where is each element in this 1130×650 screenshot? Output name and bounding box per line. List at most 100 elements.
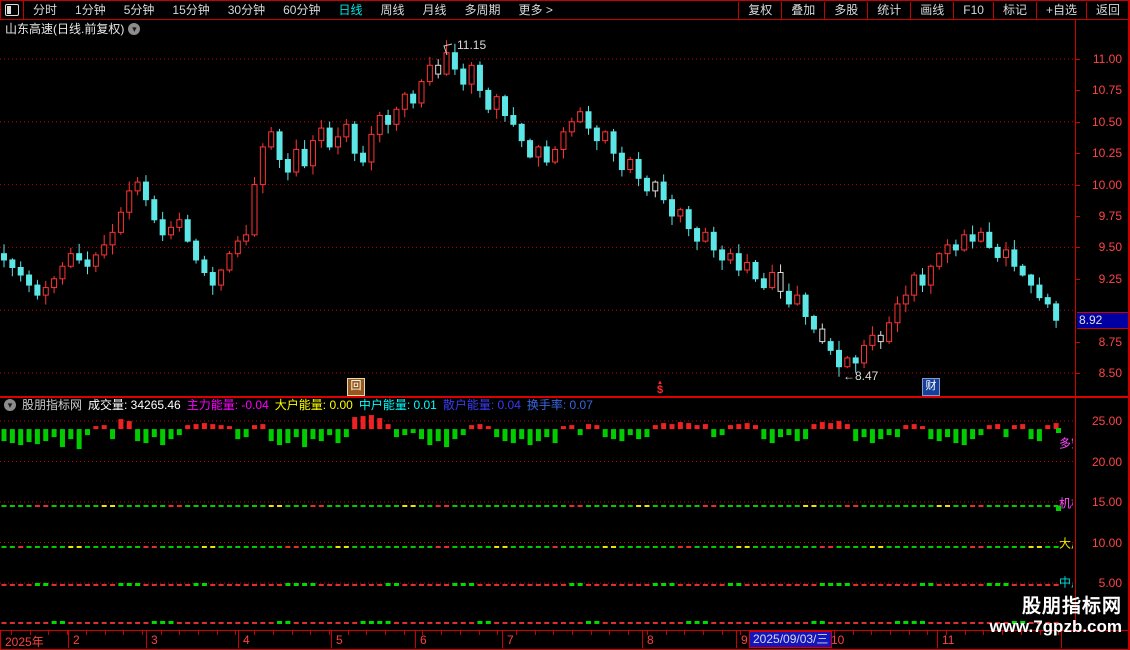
week-tick	[422, 631, 424, 635]
menu-item-period-6[interactable]: 日线	[329, 2, 371, 19]
candle-body	[618, 152, 625, 171]
fund-line-dash	[594, 545, 600, 548]
fund-line-dash	[34, 545, 40, 548]
info-marker-dollar[interactable]: ▲ $	[652, 379, 668, 396]
menu-item-period-10[interactable]: 更多 >	[510, 2, 562, 19]
fund-line-dash	[594, 504, 600, 507]
fund-line-dash	[552, 621, 558, 624]
energy-bar	[218, 425, 224, 430]
chevron-down-icon[interactable]: ▾	[4, 398, 16, 411]
fund-line-dash	[577, 504, 583, 507]
menu-item-period-0[interactable]: 分时	[24, 2, 66, 19]
energy-bar	[427, 429, 433, 446]
fund-line-dash	[611, 504, 617, 507]
fund-line-dash	[452, 582, 458, 586]
info-marker-hui[interactable]: 回	[347, 378, 365, 396]
candle-body	[226, 253, 233, 271]
fund-line-dash	[928, 582, 934, 586]
fund-line-dash	[268, 545, 274, 548]
fund-line-dash	[652, 582, 658, 586]
fund-line-dash	[126, 621, 132, 624]
menu-item-period-8[interactable]: 月线	[414, 2, 456, 19]
candle-body	[819, 328, 826, 343]
menu-item-period-5[interactable]: 60分钟	[274, 2, 329, 19]
menu-item-tool-8[interactable]: 返回	[1085, 1, 1129, 19]
menu-item-tool-7[interactable]: +自选	[1035, 1, 1086, 19]
fund-line-dash	[226, 583, 232, 586]
menu-item-period-7[interactable]: 周线	[371, 2, 413, 19]
fund-line-dash	[577, 621, 583, 624]
menu-item-period-3[interactable]: 15分钟	[163, 2, 218, 19]
fund-line-dash	[126, 582, 132, 586]
indicator-chart[interactable]	[0, 413, 1075, 630]
fund-line-dash	[711, 621, 717, 624]
energy-bar	[677, 422, 683, 430]
menu-item-tool-1[interactable]: 叠加	[781, 1, 824, 19]
energy-bar	[494, 429, 500, 438]
energy-bar	[594, 425, 600, 430]
fund-line-dash	[235, 545, 241, 548]
candle-body	[1036, 284, 1043, 299]
energy-bar	[502, 429, 508, 442]
series-endpoint	[1056, 506, 1061, 511]
menu-item-period-2[interactable]: 5分钟	[115, 2, 164, 19]
fund-line-dash	[836, 582, 842, 586]
menu-item-period-1[interactable]: 1分钟	[66, 2, 115, 19]
menu-item-tool-3[interactable]: 统计	[867, 1, 910, 19]
menu-item-tool-6[interactable]: 标记	[992, 1, 1036, 19]
fund-line-dash	[252, 621, 257, 624]
week-tick	[553, 631, 555, 635]
fund-line-dash	[502, 621, 508, 624]
energy-bar	[410, 429, 416, 434]
energy-bar	[920, 426, 925, 430]
date-axis-label: 2	[73, 633, 80, 647]
fund-line-dash	[1020, 545, 1026, 548]
window-layout-button[interactable]	[1, 1, 24, 19]
fund-line-dash	[110, 621, 116, 624]
fund-line-dash	[452, 545, 458, 548]
fund-line-dash	[978, 504, 984, 507]
energy-bar	[586, 424, 591, 430]
menu-item-period-4[interactable]: 30分钟	[219, 2, 274, 19]
fund-line-dash	[252, 504, 257, 507]
menu-item-tool-4[interactable]: 画线	[910, 1, 953, 19]
fund-line-dash	[235, 583, 241, 586]
fund-line-dash	[936, 583, 942, 586]
peak-price-annotation: 11.15	[457, 38, 487, 52]
fund-line-dash	[535, 545, 541, 548]
month-gridline	[238, 631, 239, 648]
price-axis-label: 10.75	[1091, 83, 1122, 98]
fund-line-dash	[34, 621, 40, 624]
week-tick	[927, 631, 929, 635]
energy-bar	[101, 425, 107, 430]
candle-body	[493, 96, 500, 110]
fund-line-dash	[1003, 545, 1009, 548]
fund-line-dash	[853, 621, 859, 624]
info-marker-cai[interactable]: 财	[922, 378, 940, 396]
fund-line-dash	[886, 545, 892, 548]
fund-line-dash	[168, 583, 174, 586]
candle-body	[952, 244, 959, 251]
fund-line-dash	[602, 621, 608, 624]
fund-line-dash	[803, 545, 809, 548]
menu-item-period-9[interactable]: 多周期	[456, 2, 510, 19]
fund-line-dash	[285, 582, 291, 586]
price-axis-label: 8.50	[1098, 366, 1122, 380]
menu-item-tool-0[interactable]: 复权	[738, 1, 781, 19]
fund-line-dash	[986, 582, 992, 586]
candlestick-chart[interactable]	[0, 19, 1075, 396]
energy-bar	[9, 429, 15, 444]
menu-item-tool-5[interactable]: F10	[953, 1, 993, 19]
month-gridline	[415, 631, 416, 648]
energy-bar	[310, 429, 316, 440]
fund-line-dash	[586, 620, 591, 624]
fund-line-dash	[285, 504, 291, 507]
energy-bar	[93, 426, 99, 430]
fund-line-dash	[878, 545, 884, 548]
fund-line-dash	[819, 504, 825, 507]
fund-line-dash	[360, 620, 366, 624]
chevron-down-icon[interactable]: ▾	[128, 22, 141, 35]
menu-item-tool-2[interactable]: 多股	[824, 1, 867, 19]
fund-line-dash	[719, 504, 725, 507]
energy-bar	[611, 429, 617, 440]
